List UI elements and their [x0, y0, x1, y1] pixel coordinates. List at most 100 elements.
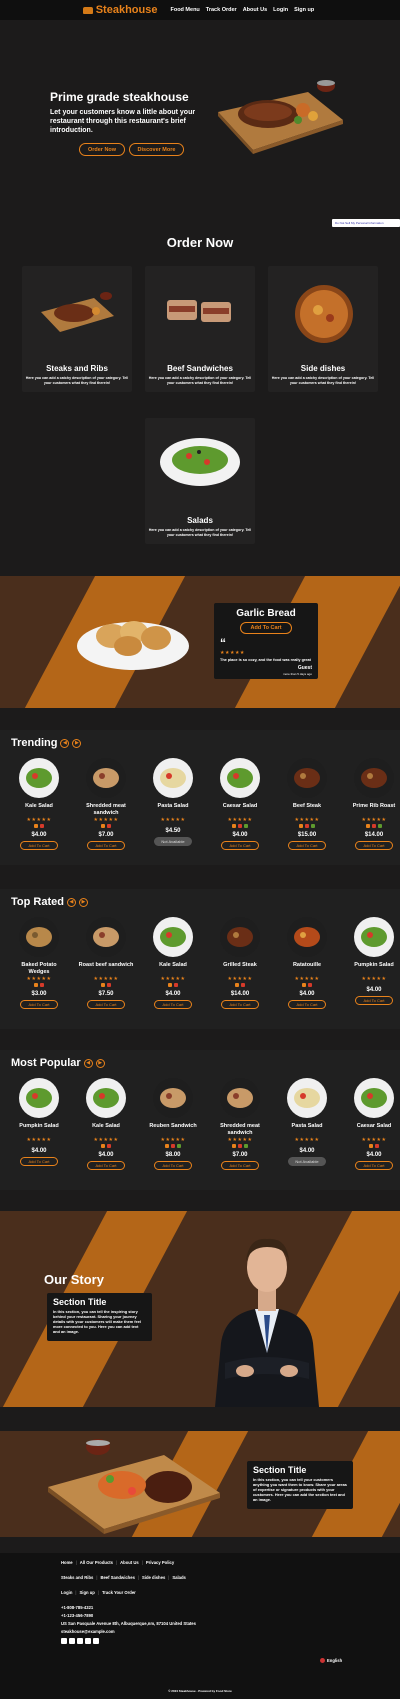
- product-price: $8.00: [165, 1152, 181, 1158]
- add-to-cart-button[interactable]: Add To Cart: [154, 1161, 192, 1170]
- footer-email[interactable]: steakhouse@example.com: [61, 1629, 115, 1634]
- site-footer: Home | All Our Products | About Us | Privac…: [0, 1553, 400, 1699]
- diet-badge-icon: [375, 1144, 379, 1148]
- rating-stars: ★★★★★: [361, 1137, 387, 1143]
- product-card[interactable]: Pasta Salad ★★★★★ $4.00 Not Available: [279, 1078, 335, 1166]
- top-rated-header: Top Rated ◀ ▶: [11, 896, 88, 908]
- add-to-cart-button[interactable]: Add To Cart: [87, 1000, 125, 1009]
- add-to-cart-button[interactable]: Add To Cart: [154, 1000, 192, 1009]
- nav-track-order[interactable]: Track Order: [206, 7, 237, 13]
- twitter-icon[interactable]: [69, 1638, 75, 1644]
- instagram-icon[interactable]: [77, 1638, 83, 1644]
- footer-link-login[interactable]: Login: [61, 1590, 72, 1595]
- category-card-sides[interactable]: Side dishes Here you can add a catchy de…: [268, 266, 378, 392]
- footer-link-steaks[interactable]: Steaks and Ribs: [61, 1575, 93, 1580]
- add-to-cart-button[interactable]: Add To Cart: [355, 996, 393, 1005]
- language-label: English: [327, 1658, 343, 1663]
- nav-login[interactable]: Login: [273, 7, 288, 13]
- product-name: Shredded meat sandwich: [86, 803, 126, 816]
- footer-link-salads[interactable]: Salads: [172, 1575, 186, 1580]
- product-card[interactable]: Grilled Steak ★★★★★ $14.00 Add To Cart: [212, 917, 268, 1009]
- diet-badge-icon: [241, 983, 245, 987]
- expertise-band: Section Title In this section, you can t…: [0, 1431, 400, 1537]
- footer-link-products[interactable]: All Our Products: [80, 1560, 113, 1565]
- product-card[interactable]: Kale Salad ★★★★★ $4.00 Add To Cart: [11, 758, 67, 850]
- add-to-cart-button[interactable]: Add To Cart: [288, 841, 326, 850]
- brand-logo[interactable]: Steakhouse: [82, 4, 157, 16]
- product-card[interactable]: Caesar Salad ★★★★★ $4.00 Add To Cart: [346, 1078, 400, 1170]
- footer-link-privacy[interactable]: Privacy Policy: [146, 1560, 174, 1565]
- footer-link-sides[interactable]: Side dishes: [142, 1575, 165, 1580]
- diet-badge-icon: [305, 824, 309, 828]
- add-to-cart-button[interactable]: Add To Cart: [221, 1161, 259, 1170]
- prev-arrow-icon[interactable]: ◀: [60, 738, 70, 748]
- privacy-banner[interactable]: Do Not Sell My Personal Information: [332, 219, 400, 227]
- product-image: [220, 758, 260, 798]
- prev-arrow-icon[interactable]: ◀: [83, 1058, 93, 1068]
- product-card[interactable]: Caesar Salad ★★★★★ $4.00 Add To Cart: [212, 758, 268, 850]
- product-name: Pumpkin Salad: [19, 1123, 59, 1129]
- diet-badges: [78, 983, 134, 987]
- prev-arrow-icon[interactable]: ◀: [66, 897, 76, 907]
- add-to-cart-button[interactable]: Add To Cart: [355, 1161, 393, 1170]
- facebook-icon[interactable]: [61, 1638, 67, 1644]
- add-to-cart-button[interactable]: Add To Cart: [20, 841, 58, 850]
- add-to-cart-button[interactable]: Add To Cart: [355, 841, 393, 850]
- category-card-sandwiches[interactable]: Beef Sandwiches Here you can add a catch…: [145, 266, 255, 392]
- add-to-cart-button[interactable]: Add To Cart: [20, 1157, 58, 1166]
- youtube-icon[interactable]: [85, 1638, 91, 1644]
- discover-more-button[interactable]: Discover More: [129, 143, 184, 156]
- diet-badge-icon: [232, 824, 236, 828]
- nav-about-us[interactable]: About Us: [243, 7, 267, 13]
- add-to-cart-button[interactable]: Add To Cart: [221, 841, 259, 850]
- category-desc: Here you can add a catchy description of…: [25, 376, 129, 385]
- product-card[interactable]: Beef Steak ★★★★★ $15.00 Add To Cart: [279, 758, 335, 850]
- diet-badge-icon: [369, 1144, 373, 1148]
- diet-badge-icon: [238, 824, 242, 828]
- steak-ribs-image: [41, 292, 114, 332]
- footer-link-signup[interactable]: Sign up: [80, 1590, 95, 1595]
- add-to-cart-button[interactable]: Add To Cart: [221, 1000, 259, 1009]
- diet-badge-icon: [101, 824, 105, 828]
- add-to-cart-button[interactable]: Add To Cart: [20, 1000, 58, 1009]
- product-card[interactable]: Roast beef sandwich ★★★★★ $7.50 Add To Cart: [78, 917, 134, 1009]
- order-now-button[interactable]: Order Now: [79, 143, 125, 156]
- product-card[interactable]: Pumpkin Salad ★★★★★ $4.00 Add To Cart: [346, 917, 400, 1005]
- add-to-cart-button[interactable]: Add To Cart: [87, 1161, 125, 1170]
- diet-badge-icon: [235, 983, 239, 987]
- story-section-title: Section Title: [53, 1297, 107, 1307]
- footer-phone2[interactable]: +1-123-456-7890: [61, 1613, 93, 1618]
- linkedin-icon[interactable]: [93, 1638, 99, 1644]
- footer-link-home[interactable]: Home: [61, 1560, 73, 1565]
- review-stars: ★★★★★: [220, 650, 245, 656]
- category-card-salads[interactable]: Salads Here you can add a catchy descrip…: [145, 418, 255, 544]
- category-card-steaks[interactable]: Steaks and Ribs Here you can add a catch…: [22, 266, 132, 392]
- product-image: [19, 1078, 59, 1118]
- product-card[interactable]: Reuben Sandwich ★★★★★ $8.00 Add To Cart: [145, 1078, 201, 1170]
- product-card[interactable]: Shredded meat sandwich ★★★★★ $7.00 Add To C…: [212, 1078, 268, 1170]
- nav-sign-up[interactable]: Sign up: [294, 7, 314, 13]
- nav-food-menu[interactable]: Food Menu: [170, 7, 199, 13]
- add-to-cart-button[interactable]: Add To Cart: [288, 1000, 326, 1009]
- product-card[interactable]: Kale Salad ★★★★★ $4.00 Add To Cart: [78, 1078, 134, 1170]
- language-selector[interactable]: English: [320, 1658, 342, 1663]
- product-card[interactable]: Prime Rib Roast ★★★★★ $14.00 Add To Cart: [346, 758, 400, 850]
- product-card[interactable]: Baked Potato Wedges ★★★★★ $3.00 Add To Cart: [11, 917, 67, 1009]
- next-arrow-icon[interactable]: ▶: [95, 1058, 105, 1068]
- product-card[interactable]: Kale Salad ★★★★★ $4.00 Add To Cart: [145, 917, 201, 1009]
- add-to-cart-button[interactable]: Add To Cart: [240, 622, 292, 634]
- footer-phone1[interactable]: +1-808-785-4321: [61, 1605, 93, 1610]
- next-arrow-icon[interactable]: ▶: [72, 738, 82, 748]
- footer-link-track[interactable]: Track Your Order: [102, 1590, 136, 1595]
- diet-badges: [212, 824, 268, 828]
- next-arrow-icon[interactable]: ▶: [78, 897, 88, 907]
- footer-link-sandwiches[interactable]: Beef Sandwiches: [100, 1575, 134, 1580]
- product-card[interactable]: Ratatouille ★★★★★ $4.00 Add To Cart: [279, 917, 335, 1009]
- product-card[interactable]: Pumpkin Salad ★★★★★ $4.00 Add To Cart: [11, 1078, 67, 1166]
- category-name: Side dishes: [300, 364, 346, 373]
- product-card[interactable]: Pasta Salad ★★★★★ $4.50 Not Available: [145, 758, 201, 846]
- footer-links-row1: Home | All Our Products | About Us | Privac…: [61, 1560, 175, 1565]
- product-card[interactable]: Shredded meat sandwich ★★★★★ $7.00 Add To C…: [78, 758, 134, 850]
- add-to-cart-button[interactable]: Add To Cart: [87, 841, 125, 850]
- footer-link-about[interactable]: About Us: [120, 1560, 139, 1565]
